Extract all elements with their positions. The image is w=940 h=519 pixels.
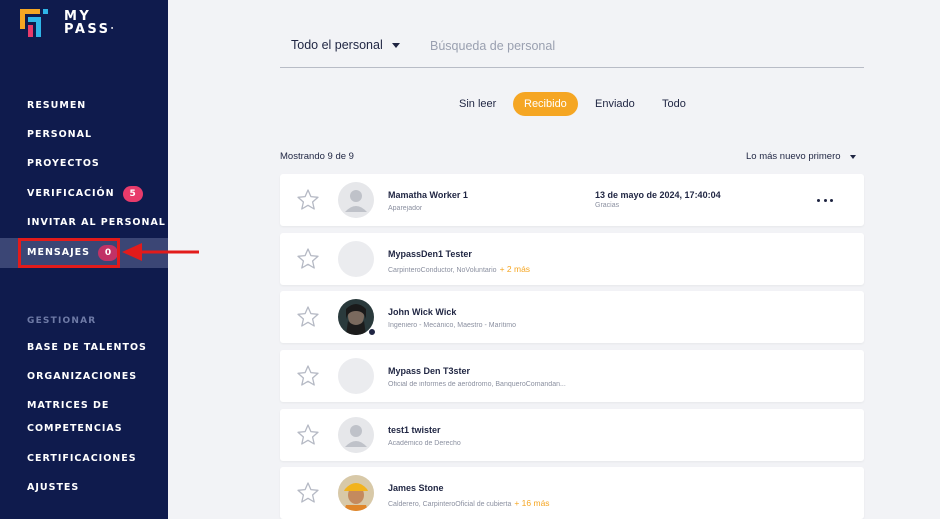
staff-filter-dropdown[interactable]: Todo el personal [291,38,400,52]
brand-line-2: PASS [64,22,111,37]
sidebar-item-label: MATRICES DE [27,400,110,411]
results-count: Mostrando 9 de 9 [280,151,354,162]
message-preview: Gracias [595,202,620,209]
sender-role: Ingeniero - Mecánico, Maestro - Marítimo [388,322,516,329]
search-underline [280,67,864,68]
sender-role-text: Oficial de informes de aeródromo, Banque… [388,381,566,388]
message-row[interactable]: test1 twister Académico de Derecho [280,409,864,461]
staff-filter-value: Todo el personal [291,38,383,52]
sender-role-text: Aparejador [388,205,423,212]
sender-role: Calderero, CarpinteroOficial de cubierta… [388,498,550,508]
sidebar-item-invitar[interactable]: INVITAR AL PERSONAL [27,216,166,230]
sidebar-item-label: AJUSTES [27,482,80,493]
chevron-down-icon [849,154,856,159]
star-icon[interactable] [296,188,320,212]
sender-name: MypassDen1 Tester [388,249,472,259]
sidebar-item-label: VERIFICACIÓN [27,188,115,199]
section-label-gestionar: GESTIONAR [27,316,97,326]
sender-name: Mamatha Worker 1 [388,190,468,200]
sidebar-item-verificacion[interactable]: VERIFICACIÓN 5 [27,186,143,202]
sender-name: test1 twister [388,425,441,435]
logo-mark-icon [20,9,48,37]
sender-role-text: Calderero, CarpinteroOficial de cubierta [388,501,512,508]
sender-name: Mypass Den T3ster [388,366,471,376]
sort-dropdown[interactable]: Lo más nuevo primero [746,151,856,162]
sidebar-item-label: BASE DE TALENTOS [27,342,147,353]
tab-todo[interactable]: Todo [662,92,686,116]
sender-role: CarpinteroConductor, NoVoluntario + 2 más [388,264,530,274]
more-options-icon[interactable] [817,192,833,208]
sidebar-item-label: COMPETENCIAS [27,423,123,434]
annotation-highlight-box [18,238,120,268]
sidebar-item-label: CERTIFICACIONES [27,453,137,464]
sort-value: Lo más nuevo primero [746,151,841,162]
sender-role-text: CarpinteroConductor, NoVoluntario [388,267,497,274]
more-roles-link[interactable]: + 16 más [514,498,549,508]
avatar-placeholder [338,182,374,218]
message-row[interactable]: Mamatha Worker 1 Aparejador 13 de mayo d… [280,174,864,226]
sidebar-item-label: INVITAR AL PERSONAL [27,217,166,228]
brand-logo[interactable]: MY PASS • [20,9,114,37]
sender-role: Oficial de informes de aeródromo, Banque… [388,381,566,388]
sidebar-item-label: PERSONAL [27,129,93,140]
sidebar-item-label: PROYECTOS [27,158,100,169]
sender-role-text: Ingeniero - Mecánico, Maestro - Marítimo [388,322,516,329]
sidebar-item-label: ORGANIZACIONES [27,371,138,382]
avatar-placeholder [338,417,374,453]
message-row[interactable]: James Stone Calderero, CarpinteroOficial… [280,467,864,519]
tab-enviado[interactable]: Enviado [595,92,635,116]
star-icon[interactable] [296,423,320,447]
sidebar-item-ajustes[interactable]: AJUSTES [27,481,79,495]
avatar-blank [338,358,374,394]
sender-role: Académico de Derecho [388,440,461,447]
avatar-photo [338,475,374,511]
staff-search-input[interactable] [430,34,860,58]
avatar-blank [338,241,374,277]
message-date: 13 de mayo de 2024, 17:40:04 [595,190,721,200]
annotation-arrow-icon [122,243,199,261]
sidebar-item-matrices[interactable]: MATRICES DE [27,399,109,413]
chevron-down-icon [391,42,400,48]
message-row[interactable]: John Wick Wick Ingeniero - Mecánico, Mae… [280,291,864,343]
sidebar-item-proyectos[interactable]: PROYECTOS [27,157,100,171]
sidebar-item-matrices-line2[interactable]: COMPETENCIAS [27,422,123,436]
star-icon[interactable] [296,481,320,505]
star-icon[interactable] [296,247,320,271]
brand-name: MY PASS • [64,9,114,37]
info-badge-icon [368,328,376,336]
tab-recibido[interactable]: Recibido [513,92,578,116]
message-row[interactable]: Mypass Den T3ster Oficial de informes de… [280,350,864,402]
tab-sin-leer[interactable]: Sin leer [459,92,496,116]
sidebar-item-certificaciones[interactable]: CERTIFICACIONES [27,452,137,466]
sidebar-item-organizaciones[interactable]: ORGANIZACIONES [27,370,137,384]
sender-role-text: Académico de Derecho [388,440,461,447]
sender-name: James Stone [388,483,444,493]
more-roles-link[interactable]: + 2 más [500,264,530,274]
app: MY PASS • RESUMEN PERSONAL PROYECTOS VERI… [0,0,940,519]
sender-name: John Wick Wick [388,307,457,317]
sidebar-item-base-de-talentos[interactable]: BASE DE TALENTOS [27,341,147,355]
star-icon[interactable] [296,305,320,329]
sidebar-item-personal[interactable]: PERSONAL [27,128,92,142]
sidebar-item-resumen[interactable]: RESUMEN [27,99,86,113]
sender-role: Aparejador [388,205,422,212]
verification-count-badge: 5 [122,186,143,202]
message-row[interactable]: MypassDen1 Tester CarpinteroConductor, N… [280,233,864,285]
star-icon[interactable] [296,364,320,388]
sidebar-item-label: RESUMEN [27,100,87,111]
